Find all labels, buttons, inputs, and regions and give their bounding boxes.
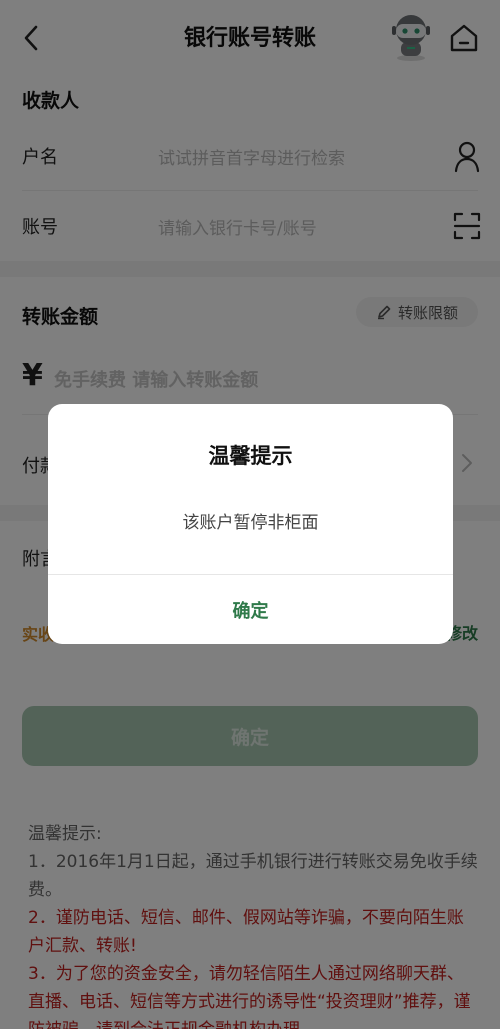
- dialog-ok-button[interactable]: 确定: [48, 575, 453, 644]
- alert-dialog: 温馨提示 该账户暂停非柜面 确定: [48, 404, 453, 644]
- dialog-title: 温馨提示: [208, 444, 293, 468]
- dialog-message: 该账户暂停非柜面: [182, 513, 319, 533]
